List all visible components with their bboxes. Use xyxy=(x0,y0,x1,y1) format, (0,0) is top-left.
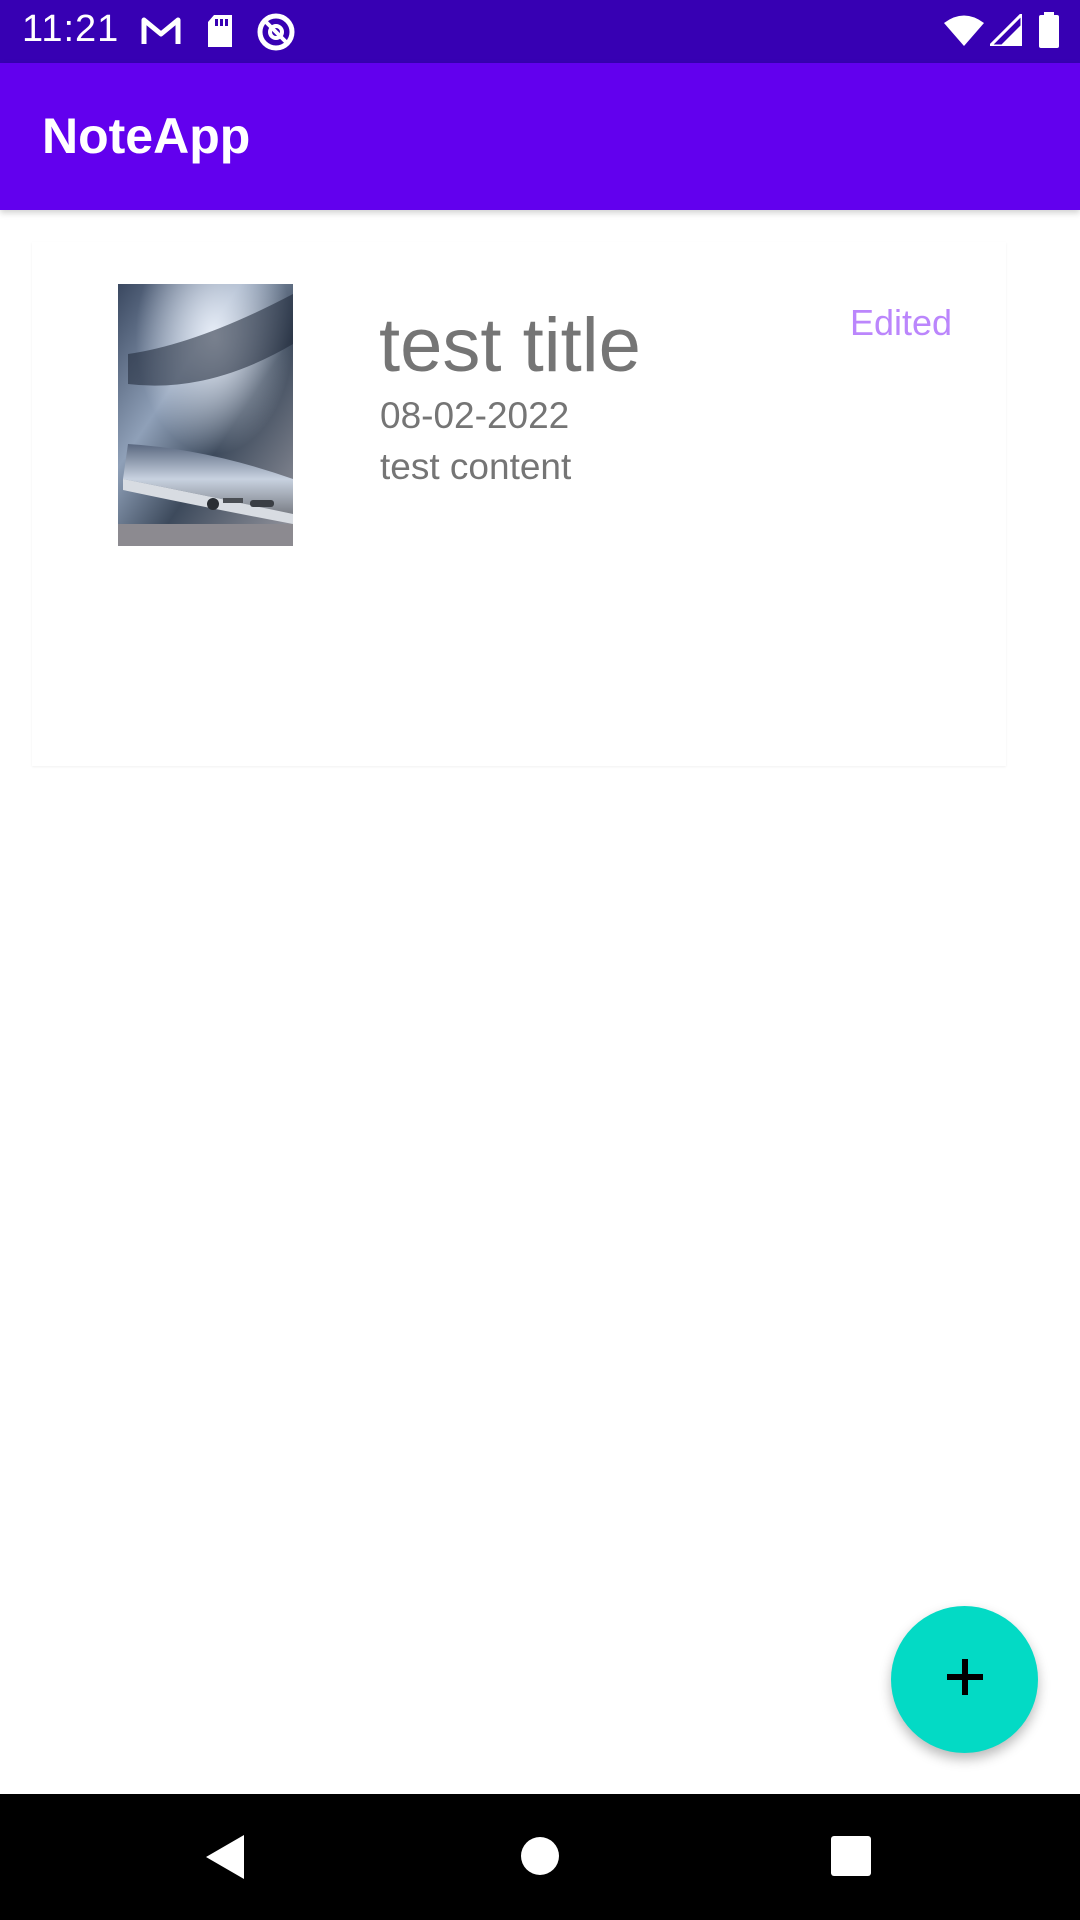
note-content: test content xyxy=(380,446,572,487)
status-time: 11:21 xyxy=(22,8,120,50)
note-card[interactable]: test title 08-02-2022 test content Edite… xyxy=(32,242,1006,766)
note-date: 08-02-2022 xyxy=(380,395,570,436)
add-note-button[interactable] xyxy=(891,1606,1038,1753)
sd-card-icon xyxy=(206,14,234,53)
app-title: NoteApp xyxy=(42,108,251,164)
plus-icon xyxy=(945,1657,985,1702)
wifi-icon xyxy=(944,14,984,51)
home-icon[interactable] xyxy=(520,1836,560,1881)
note-thumbnail xyxy=(118,284,293,546)
recents-icon[interactable] xyxy=(831,1836,871,1881)
status-bar: 11:21 xyxy=(0,0,1080,63)
note-edited-label: Edited xyxy=(850,302,953,343)
gmail-icon xyxy=(140,14,182,53)
at-sign-icon xyxy=(256,12,296,57)
app-bar: NoteApp xyxy=(0,63,1080,210)
back-icon[interactable] xyxy=(204,1834,246,1885)
navigation-bar xyxy=(0,1794,1080,1920)
battery-icon xyxy=(1038,12,1060,53)
note-title: test title xyxy=(379,303,641,388)
signal-icon xyxy=(986,10,1024,51)
